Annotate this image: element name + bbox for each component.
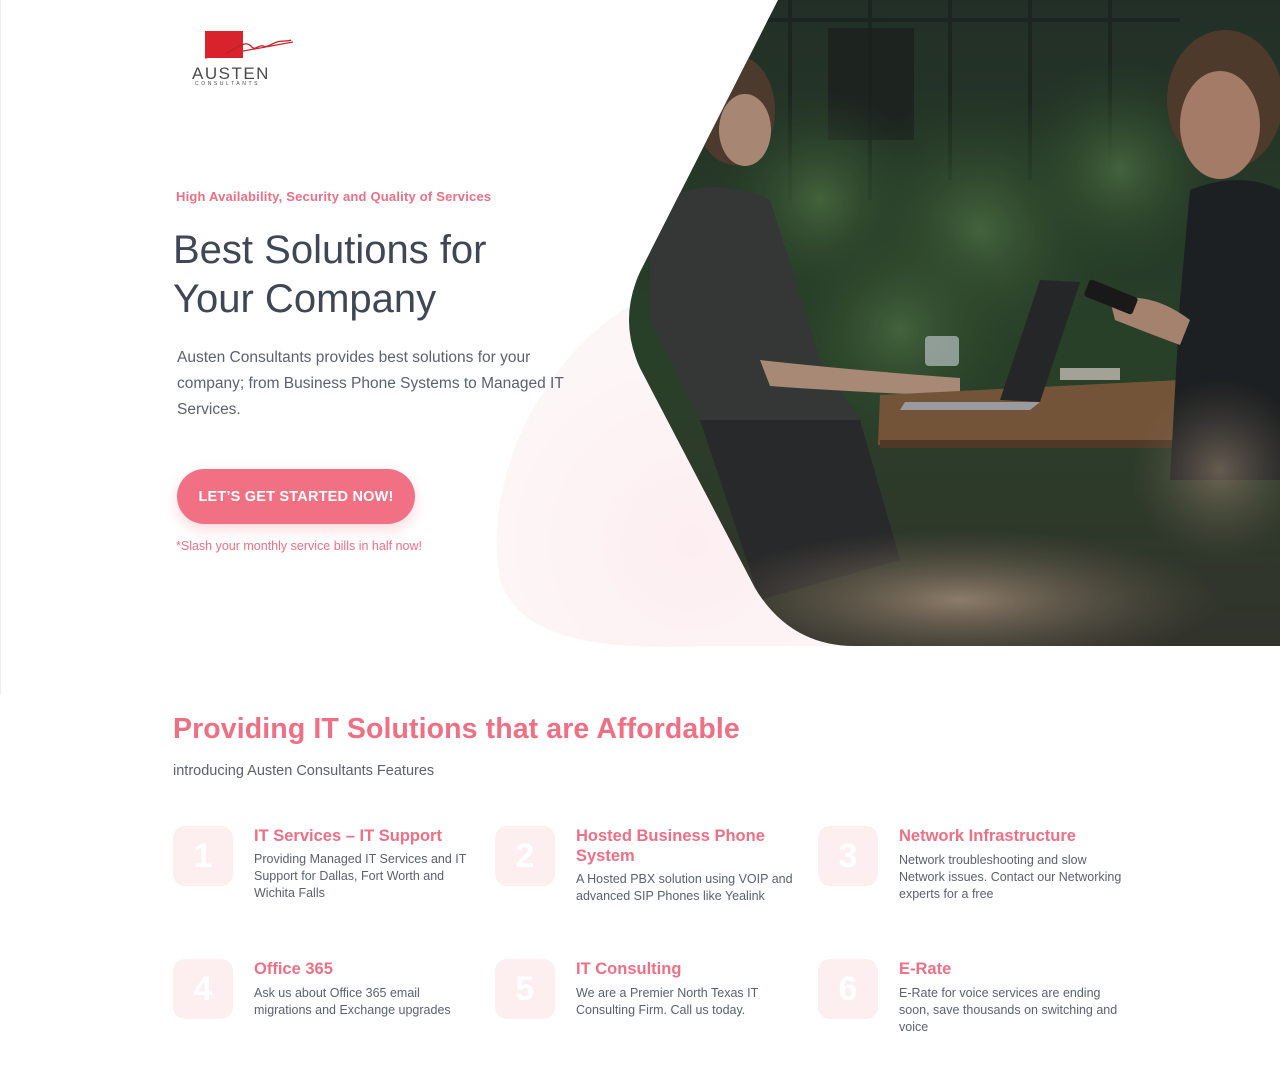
features-subtitle: introducing Austen Consultants Features bbox=[173, 763, 435, 779]
feature-description: Providing Managed IT Services and IT Sup… bbox=[254, 852, 467, 900]
feature-card: 5 IT Consulting We are a Premier North T… bbox=[495, 959, 795, 1049]
feature-number-badge: 1 bbox=[173, 826, 233, 886]
feature-description: Network troubleshooting and slow Network… bbox=[899, 853, 1122, 901]
feature-number: 5 bbox=[515, 970, 535, 1008]
feature-card: 6 E-Rate E-Rate for voice services are e… bbox=[818, 959, 1118, 1049]
feature-card: 4 Office 365 Ask us about Office 365 ema… bbox=[173, 959, 473, 1049]
get-started-button[interactable]: LET’S GET STARTED NOW! bbox=[177, 469, 415, 524]
feature-title[interactable]: Office 365 bbox=[254, 959, 474, 979]
hero-section: AUSTEN CONSULTANTS High Availability, Se… bbox=[0, 0, 1280, 695]
feature-number-badge: 5 bbox=[495, 959, 555, 1019]
feature-number: 1 bbox=[193, 837, 213, 875]
logo-mark-icon bbox=[204, 31, 294, 59]
feature-title[interactable]: IT Services – IT Support bbox=[254, 826, 474, 846]
logo-tagline: CONSULTANTS bbox=[195, 81, 261, 87]
feature-number-badge: 3 bbox=[818, 826, 878, 886]
feature-card: 2 Hosted Business Phone System A Hosted … bbox=[495, 826, 795, 916]
feature-title[interactable]: Network Infrastructure bbox=[899, 826, 1119, 846]
feature-number: 6 bbox=[838, 970, 858, 1008]
feature-card: 3 Network Infrastructure Network trouble… bbox=[818, 826, 1121, 916]
feature-number: 3 bbox=[838, 837, 858, 875]
hero-title: Best Solutions for Your Company bbox=[173, 226, 593, 324]
feature-number-badge: 2 bbox=[495, 826, 555, 886]
feature-description: We are a Premier North Texas IT Consulti… bbox=[576, 986, 759, 1017]
feature-title[interactable]: E-Rate bbox=[899, 959, 1119, 979]
feature-title[interactable]: IT Consulting bbox=[576, 959, 796, 979]
hero-title-line1: Best Solutions for bbox=[173, 228, 487, 272]
feature-description: E-Rate for voice services are ending soo… bbox=[899, 986, 1118, 1034]
brand-logo[interactable]: AUSTEN CONSULTANTS bbox=[190, 28, 300, 90]
feature-title[interactable]: Hosted Business Phone System bbox=[576, 826, 766, 866]
feature-number-badge: 6 bbox=[818, 959, 878, 1019]
feature-number: 2 bbox=[515, 837, 535, 875]
cta-note: *Slash your monthly service bills in hal… bbox=[176, 539, 422, 553]
features-title: Providing IT Solutions that are Affordab… bbox=[173, 713, 740, 745]
feature-card: 1 IT Services – IT Support Providing Man… bbox=[173, 826, 473, 916]
feature-description: A Hosted PBX solution using VOIP and adv… bbox=[576, 872, 793, 903]
feature-number-badge: 4 bbox=[173, 959, 233, 1019]
hero-description: Austen Consultants provides best solutio… bbox=[177, 349, 564, 418]
hero-title-line2: Your Company bbox=[173, 277, 437, 321]
feature-description: Ask us about Office 365 email migrations… bbox=[254, 986, 451, 1017]
hero-kicker: High Availability, Security and Quality … bbox=[176, 189, 492, 204]
feature-number: 4 bbox=[193, 970, 213, 1008]
